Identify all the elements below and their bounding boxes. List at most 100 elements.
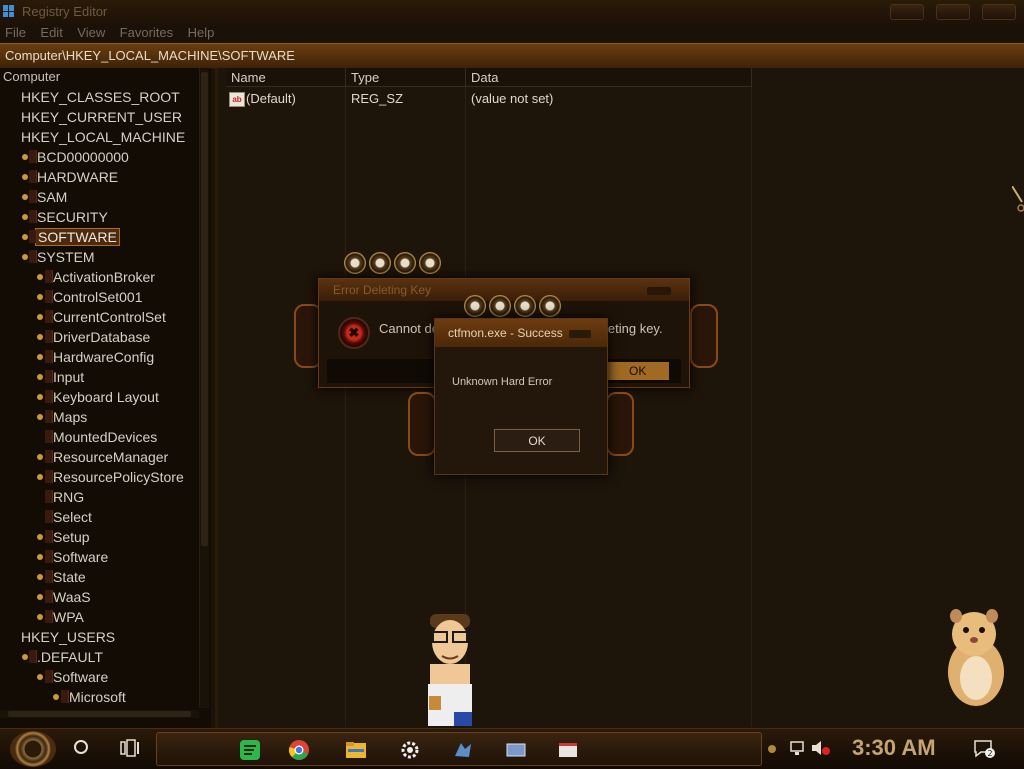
app-icon[interactable] <box>452 740 474 760</box>
error-ok-button[interactable]: OK <box>607 362 669 380</box>
tree-item[interactable]: SYSTEM <box>22 247 97 267</box>
tree-item[interactable]: State <box>37 567 88 587</box>
tree-item[interactable]: HardwareConfig <box>37 347 156 367</box>
menu-edit[interactable]: Edit <box>35 24 67 42</box>
tree-item[interactable]: Software <box>37 547 110 567</box>
tree-item[interactable]: SAM <box>22 187 69 207</box>
start-button[interactable] <box>10 731 56 767</box>
tree-item[interactable]: HARDWARE <box>22 167 120 187</box>
tree-item[interactable]: HKEY_LOCAL_MACHINE <box>19 127 187 147</box>
tree-item[interactable]: Input <box>37 367 86 387</box>
expand-icon[interactable] <box>22 234 28 240</box>
tree-item[interactable]: Maps <box>37 407 89 427</box>
folder-icon <box>45 370 53 383</box>
expand-icon[interactable] <box>22 174 28 180</box>
expand-icon[interactable] <box>37 614 43 620</box>
expand-icon[interactable] <box>37 414 43 420</box>
tree-item[interactable]: Software <box>37 667 110 687</box>
tree-hscroll-thumb[interactable] <box>8 711 191 717</box>
close-button[interactable] <box>982 4 1016 20</box>
tree-item[interactable]: Keyboard Layout <box>37 387 161 407</box>
tree-item[interactable]: MountedDevices <box>45 427 159 447</box>
expand-icon[interactable] <box>37 474 43 480</box>
show-hidden-icons-button[interactable] <box>768 745 776 753</box>
expand-icon[interactable] <box>37 294 43 300</box>
column-header-data[interactable]: Data <box>466 68 752 87</box>
expand-icon[interactable] <box>22 154 28 160</box>
menu-favorites[interactable]: Favorites <box>115 24 178 42</box>
column-header-type[interactable]: Type <box>346 68 466 87</box>
menu-file[interactable]: File <box>0 24 31 42</box>
notification-center-icon[interactable]: 2 <box>973 739 995 759</box>
spotify-icon[interactable] <box>239 740 261 760</box>
expand-icon[interactable] <box>37 274 43 280</box>
expand-icon[interactable] <box>37 314 43 320</box>
tree-item[interactable]: SECURITY <box>22 207 110 227</box>
tree-item[interactable]: ControlSet001 <box>37 287 145 307</box>
tree-item[interactable]: DriverDatabase <box>37 327 152 347</box>
expand-icon[interactable] <box>37 594 43 600</box>
expand-icon[interactable] <box>37 454 43 460</box>
tree-item[interactable]: HKEY_CLASSES_ROOT <box>19 87 182 107</box>
tree-item[interactable]: Setup <box>37 527 92 547</box>
chrome-icon[interactable] <box>288 740 310 760</box>
expand-icon[interactable] <box>53 694 59 700</box>
success-dialog-close-button[interactable] <box>569 330 591 338</box>
expand-icon[interactable] <box>37 374 43 380</box>
tree-item[interactable]: WPA <box>37 607 86 627</box>
tree-item[interactable]: SOFTWARE <box>22 227 120 247</box>
window-icon[interactable] <box>557 740 579 760</box>
tree-item[interactable]: CurrentControlSet <box>37 307 168 327</box>
settings-icon[interactable] <box>399 740 421 760</box>
address-path[interactable]: Computer\HKEY_LOCAL_MACHINE\SOFTWARE <box>5 48 295 63</box>
address-bar[interactable]: Computer\HKEY_LOCAL_MACHINE\SOFTWARE <box>0 43 1024 69</box>
clock-hand-icon <box>1012 186 1024 212</box>
file-explorer-icon[interactable] <box>345 740 367 760</box>
tree-item[interactable]: ResourcePolicyStore <box>37 467 186 487</box>
tree-item[interactable]: Microsoft <box>53 687 128 707</box>
error-dialog-close-button[interactable] <box>647 287 671 295</box>
tree-vertical-scrollbar[interactable] <box>199 68 209 708</box>
value-data[interactable]: (value not set) <box>471 91 553 106</box>
tree-item[interactable]: RNG <box>45 487 86 507</box>
tree-item[interactable]: WaaS <box>37 587 93 607</box>
tree-item[interactable]: ActivationBroker <box>37 267 157 287</box>
expand-icon[interactable] <box>37 334 43 340</box>
tree-item[interactable]: HKEY_CURRENT_USER <box>19 107 184 127</box>
search-circle-icon[interactable] <box>74 740 88 754</box>
tree-horizontal-scrollbar[interactable] <box>0 710 199 718</box>
value-name[interactable]: (Default) <box>246 91 296 106</box>
network-icon[interactable] <box>789 740 807 756</box>
task-view-icon[interactable] <box>120 739 140 757</box>
expand-icon[interactable] <box>22 194 28 200</box>
expand-icon[interactable] <box>37 674 43 680</box>
tree-item[interactable]: HKEY_USERS <box>19 627 117 647</box>
tree-scroll-thumb[interactable] <box>201 72 208 546</box>
tree-item-label: Keyboard Layout <box>53 389 159 405</box>
menu-help[interactable]: Help <box>183 24 220 42</box>
maximize-button[interactable] <box>936 4 970 20</box>
taskbar-clock[interactable]: 3:30 AM <box>852 735 936 761</box>
expand-icon[interactable] <box>37 354 43 360</box>
remote-desktop-icon[interactable] <box>505 740 527 760</box>
expand-icon[interactable] <box>37 534 43 540</box>
expand-icon[interactable] <box>37 394 43 400</box>
tree-item[interactable]: BCD00000000 <box>22 147 131 167</box>
tree-root[interactable]: Computer <box>3 69 60 84</box>
tree-item[interactable]: ResourceManager <box>37 447 170 467</box>
expand-icon[interactable] <box>22 214 28 220</box>
tree-item-label: Maps <box>53 409 88 425</box>
menu-view[interactable]: View <box>72 24 110 42</box>
expand-icon[interactable] <box>22 654 28 660</box>
tree-item[interactable]: Select <box>45 507 94 527</box>
expand-icon[interactable] <box>22 254 28 260</box>
volume-muted-icon[interactable] <box>811 740 831 756</box>
value-type[interactable]: REG_SZ <box>351 91 403 106</box>
column-header-name[interactable]: Name <box>226 68 346 87</box>
minimize-button[interactable] <box>890 4 924 20</box>
expand-icon[interactable] <box>37 554 43 560</box>
expand-icon[interactable] <box>37 574 43 580</box>
tree-item[interactable]: .DEFAULT <box>22 647 105 667</box>
gauge-icon <box>369 252 391 274</box>
success-ok-button[interactable]: OK <box>494 429 580 452</box>
